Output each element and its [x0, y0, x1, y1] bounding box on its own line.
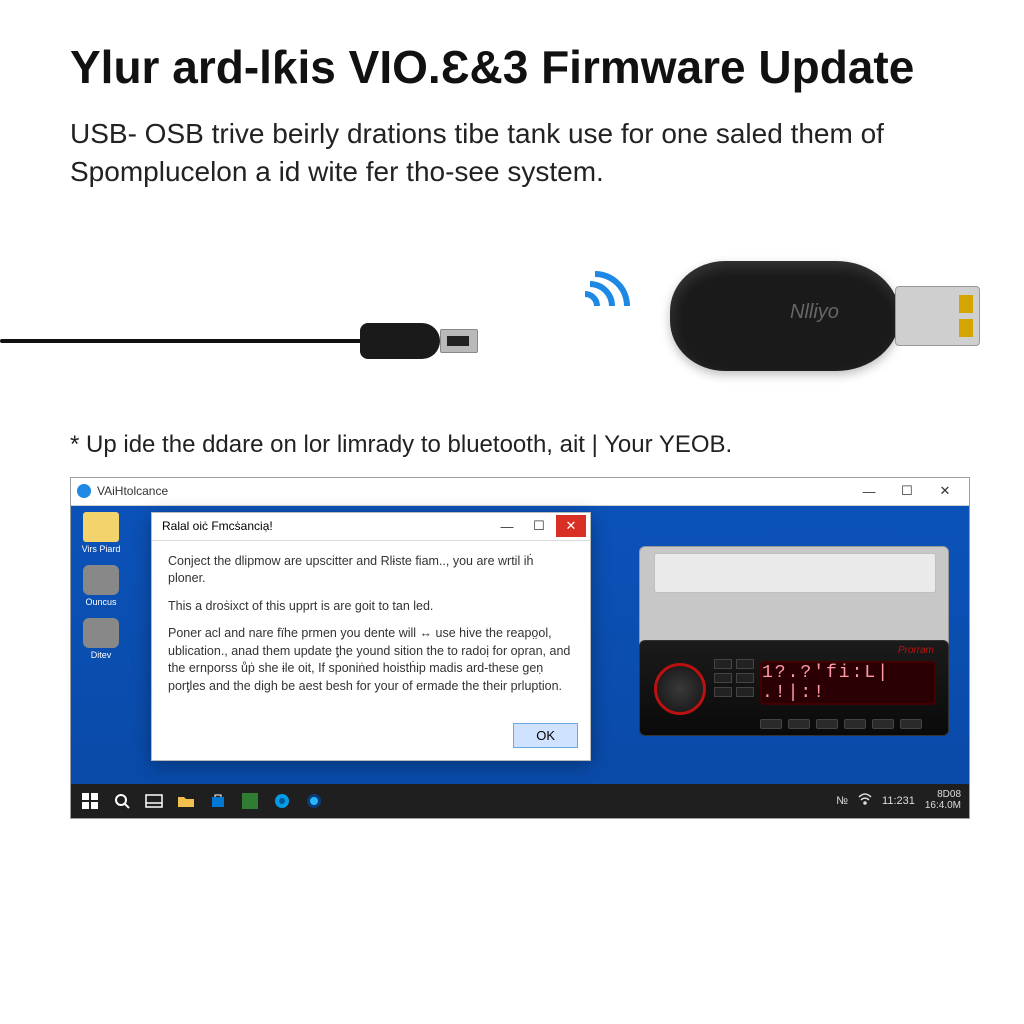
taskbar-date[interactable]: 8D08 16:4.0M	[925, 790, 961, 811]
car-stereo-illustration: Prorram 1?.?'fi:L| .!|:!	[639, 546, 949, 736]
stereo-lcd-display: 1?.?'fi:L| .!|:!	[760, 661, 936, 705]
dialog-body: Conject the dlipmow are upscitter and Rl…	[152, 541, 590, 716]
ok-button[interactable]: OK	[513, 723, 578, 748]
update-dialog: Ralal oiċ Fmcṡanciạ! — ☐ ✕ Conject the d…	[151, 512, 591, 762]
browser-icon[interactable]	[303, 790, 325, 812]
task-view-icon[interactable]	[143, 790, 165, 812]
app-close-button[interactable]: ✕	[927, 480, 963, 502]
app-icon	[77, 484, 91, 498]
dialog-paragraph: Conject the dlipmow are upscitter and Rl…	[168, 553, 574, 588]
desktop-icon[interactable]: Ouncus	[75, 565, 127, 608]
dongle-brand-label: Nlliyo	[790, 301, 839, 324]
page-subtitle: USB- OSB trive beirly drations tibe tank…	[70, 115, 954, 191]
network-icon[interactable]	[858, 792, 872, 809]
page-title: Ylur ard-lƙis VIO.Ɛ&3 Firmware Update	[70, 40, 954, 95]
footnote-text: * Up ide the ddare on lor limrady to blu…	[70, 431, 954, 459]
settings-icon[interactable]	[271, 790, 293, 812]
desktop-icon[interactable]: Ditev	[75, 618, 127, 661]
usb-cable-illustration	[0, 311, 470, 371]
app-maximize-button[interactable]: ☐	[889, 480, 925, 502]
desktop-icon[interactable]: Virs Piard	[75, 512, 127, 555]
desktop-wallpaper: Virs Piard Ouncus Ditev Ralal oiċ Fmcṡan…	[71, 506, 969, 784]
stereo-brand-label: Prorram	[898, 645, 934, 656]
search-icon[interactable]	[111, 790, 133, 812]
desktop-screenshot: VAiHtolcance — ☐ ✕ Virs Piard Ouncus Dit…	[70, 477, 970, 819]
store-icon[interactable]	[207, 790, 229, 812]
dialog-title: Ralal oiċ Fmcṡanciạ!	[162, 519, 273, 533]
app-window-title: VAiHtolcance	[97, 484, 168, 498]
volume-knob-icon	[654, 663, 706, 715]
hero-illustration: Nlliyo	[70, 221, 954, 411]
dialog-close-button[interactable]: ✕	[556, 515, 586, 537]
dialog-minimize-button[interactable]: —	[492, 515, 522, 537]
start-button[interactable]	[79, 790, 101, 812]
dialog-paragraph: This a droṡixct of this upprt is are goi…	[168, 598, 574, 616]
dialog-maximize-button[interactable]: ☐	[524, 515, 554, 537]
usb-dongle-illustration: Nlliyo	[670, 241, 990, 391]
file-explorer-icon[interactable]	[175, 790, 197, 812]
app-minimize-button[interactable]: —	[851, 480, 887, 502]
app-window-titlebar: VAiHtolcance — ☐ ✕	[71, 478, 969, 506]
taskbar-clock[interactable]: 11:231	[882, 795, 915, 807]
taskbar: № 11:231 8D08 16:4.0M	[71, 784, 969, 818]
app-icon[interactable]	[239, 790, 261, 812]
dialog-paragraph: Poner acl and nare fïhe prmen you dente …	[168, 625, 574, 695]
tray-text: №	[836, 795, 848, 807]
